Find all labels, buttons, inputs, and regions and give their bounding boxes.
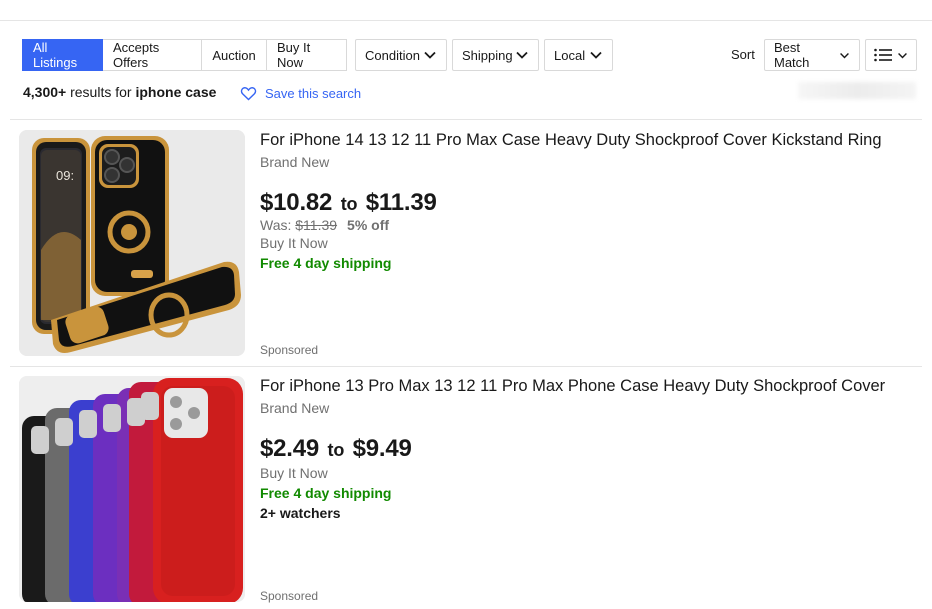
list-view-icon [874,48,892,62]
tab-buy-it-now[interactable]: Buy It Now [267,39,347,71]
chevron-down-icon [898,52,907,58]
phone-clock-text: 09: [56,168,74,183]
listing-type-tabs: All Listings Accepts Offers Auction Buy … [22,39,347,71]
listing-format: Buy It Now [260,235,328,251]
top-bar [0,0,932,21]
listing-condition: Brand New [260,154,330,170]
listing-shipping: Free 4 day shipping [260,255,392,271]
listing-title[interactable]: For iPhone 13 Pro Max 13 12 11 Pro Max P… [260,376,920,396]
listing-price: $10.82 to $11.39 [260,189,920,217]
heart-icon [240,87,257,101]
shipping-dropdown[interactable]: Shipping [452,39,539,71]
results-mid: results for [66,84,136,100]
chevron-down-icon [590,51,602,59]
results-number: 4,300+ [23,84,67,100]
was-price-line: Was: $11.39 5% off [260,217,920,233]
tab-accepts-offers[interactable]: Accepts Offers [103,39,202,71]
price-high: $11.39 [365,189,437,216]
condition-label: Condition [365,47,420,63]
listing-format: Buy It Now [260,465,328,481]
listing-info: For iPhone 13 Pro Max 13 12 11 Pro Max P… [260,376,920,521]
chevron-down-icon [424,51,436,59]
sort-value: Best Match [774,40,810,70]
sort-dropdown[interactable]: Best Match [764,39,860,71]
discount-badge: 5% off [347,217,390,233]
save-search-label: Save this search [265,86,362,101]
listing-image[interactable] [19,376,245,602]
price-high: $9.49 [352,435,412,462]
sponsored-label: Sponsored [260,589,319,603]
divider [10,119,922,120]
chevron-down-icon [840,52,849,58]
divider [10,366,922,367]
listing-image[interactable]: 09: [19,130,245,356]
phone-case-image: 09: [19,130,245,356]
watchers-count: 2+ watchers [260,505,341,521]
tab-all-listings[interactable]: All Listings [22,39,103,71]
listing-item: 09: For iPhone 14 13 12 11 Pro Max Case … [19,130,922,360]
sponsored-label: Sponsored [260,343,319,357]
shipping-label: Shipping [462,47,513,63]
local-label: Local [554,47,586,63]
listing-title[interactable]: For iPhone 14 13 12 11 Pro Max Case Heav… [260,130,920,150]
price-low: $10.82 [260,189,333,216]
chevron-down-icon [516,51,528,59]
listing-item: For iPhone 13 Pro Max 13 12 11 Pro Max P… [19,376,922,609]
sort-label: Sort [731,47,755,62]
was-label: Was: [260,217,296,233]
price-to: to [340,194,358,214]
tab-auction[interactable]: Auction [202,39,267,71]
local-dropdown[interactable]: Local [544,39,613,71]
blurred-region [798,82,916,99]
listing-info: For iPhone 14 13 12 11 Pro Max Case Heav… [260,130,920,271]
save-search-link[interactable]: Save this search [240,85,361,102]
phone-case-image [19,376,245,602]
view-toggle-dropdown[interactable] [865,39,917,71]
price-low: $2.49 [260,435,320,462]
results-count: 4,300+ results for iphone case [23,84,216,100]
was-price: $11.39 [295,217,338,233]
listing-condition: Brand New [260,400,330,416]
results-query: iphone case [135,84,217,100]
listing-shipping: Free 4 day shipping [260,485,392,501]
condition-dropdown[interactable]: Condition [355,39,447,71]
price-to: to [327,440,345,460]
listing-price: $2.49 to $9.49 [260,435,920,463]
